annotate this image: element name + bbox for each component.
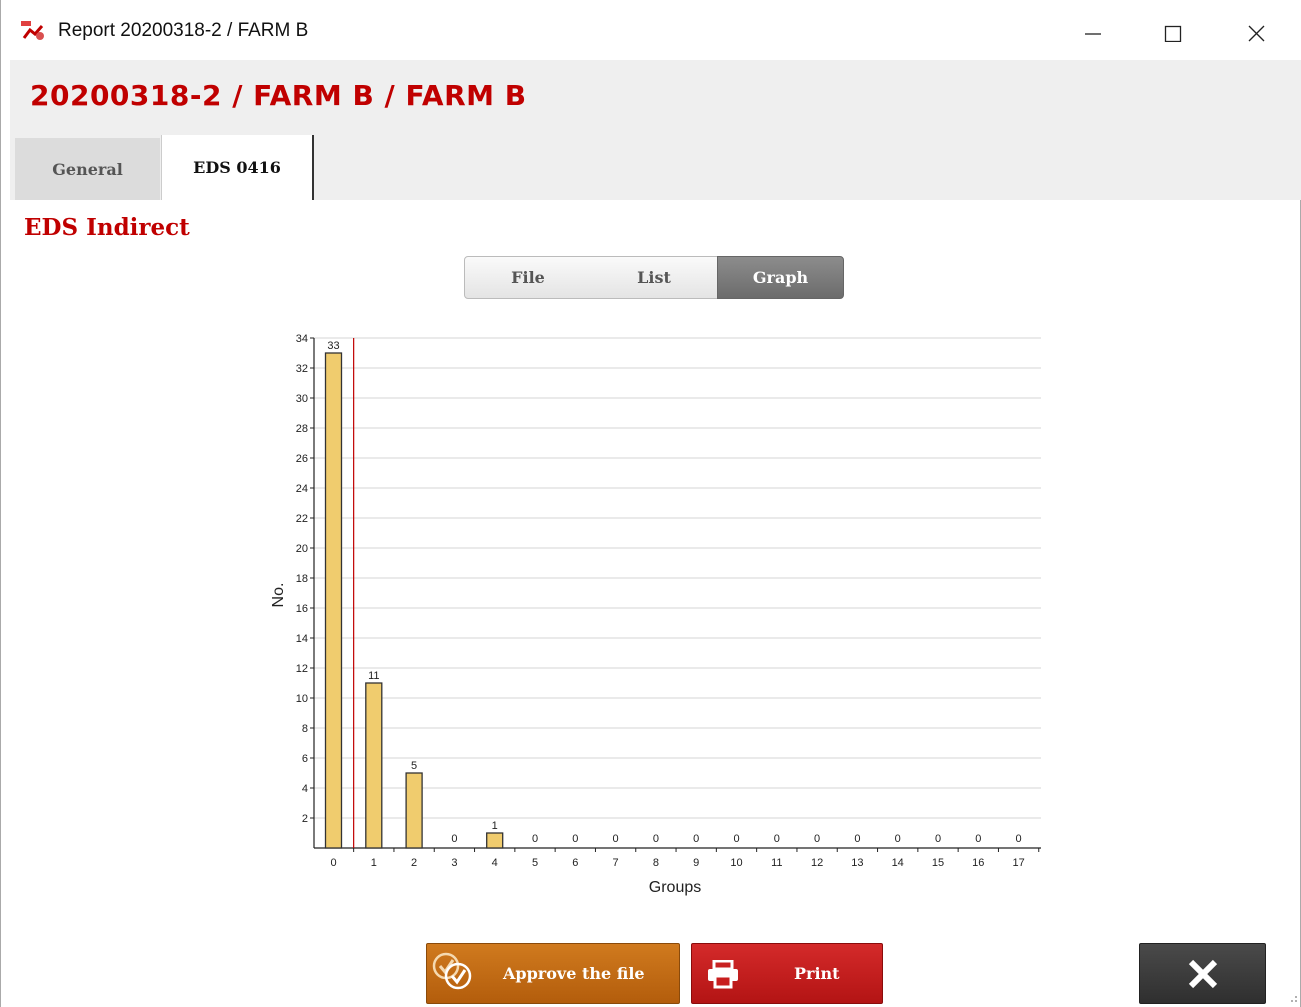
- bar: [486, 832, 504, 849]
- data-label: 0: [653, 833, 659, 845]
- printer-icon: [708, 960, 738, 989]
- tab-general[interactable]: General: [15, 138, 160, 200]
- x-tick-label: 7: [613, 857, 619, 869]
- y-tick-label: 14: [296, 633, 308, 645]
- x-tick-label: 0: [330, 857, 336, 869]
- y-tick-label: 28: [296, 423, 308, 435]
- x-tick-label: 3: [451, 857, 457, 869]
- y-tick-label: 6: [302, 753, 308, 765]
- y-tick-label: 16: [296, 603, 308, 615]
- x-tick-label: 2: [411, 857, 417, 869]
- resize-grip-icon[interactable]: [1285, 990, 1299, 1004]
- data-label: 0: [975, 833, 981, 845]
- y-axis-label: No.: [270, 583, 287, 608]
- y-tick-label: 2: [302, 813, 308, 825]
- maximize-button[interactable]: [1143, 10, 1203, 54]
- approve-check-icon: [432, 952, 472, 990]
- data-label: 0: [572, 833, 578, 845]
- data-label: 0: [733, 833, 739, 845]
- y-tick-label: 34: [296, 333, 308, 345]
- data-label: 0: [1016, 833, 1022, 845]
- view-file-button[interactable]: File: [464, 256, 592, 299]
- y-tick-label: 10: [296, 693, 308, 705]
- y-tick-label: 24: [296, 483, 308, 495]
- data-label: 0: [774, 833, 780, 845]
- data-label: 33: [327, 340, 339, 352]
- x-tick-label: 11: [771, 857, 782, 869]
- bar-chart: 2468101214161820222426283032343301115203…: [270, 333, 1041, 896]
- print-label: Print: [794, 964, 840, 983]
- title-bar[interactable]: Report 20200318-2 / FARM B: [1, 0, 1301, 60]
- approve-file-label: Approve the file: [503, 964, 645, 983]
- view-graph-button[interactable]: Graph: [717, 256, 844, 299]
- y-tick-label: 20: [296, 543, 308, 555]
- y-tick-label: 18: [296, 573, 308, 585]
- x-tick-label: 4: [492, 857, 498, 869]
- bar: [405, 772, 423, 849]
- data-label: 0: [895, 833, 901, 845]
- x-tick-label: 10: [730, 857, 742, 869]
- data-label: 0: [854, 833, 860, 845]
- close-dialog-button[interactable]: [1139, 943, 1266, 1004]
- x-tick-label: 12: [811, 857, 823, 869]
- page-title: 20200318-2 / FARM B / FARM B: [30, 79, 527, 112]
- x-tick-label: 9: [693, 857, 699, 869]
- x-tick-label: 8: [653, 857, 659, 869]
- x-axis-label: Groups: [649, 879, 701, 896]
- data-label: 0: [814, 833, 820, 845]
- close-x-icon: [1188, 959, 1217, 988]
- data-label: 0: [451, 833, 457, 845]
- x-tick-label: 15: [932, 857, 944, 869]
- data-label: 0: [693, 833, 699, 845]
- data-label: 1: [492, 820, 498, 832]
- x-tick-label: 1: [371, 857, 377, 869]
- x-tick-label: 5: [532, 857, 538, 869]
- y-tick-label: 30: [296, 393, 308, 405]
- report-header: 20200318-2 / FARM B / FARM B General EDS…: [10, 60, 1301, 200]
- data-label: 0: [532, 833, 538, 845]
- print-button[interactable]: Print: [691, 943, 883, 1004]
- x-tick-label: 13: [851, 857, 863, 869]
- minimize-icon: [1085, 33, 1101, 35]
- bar: [324, 352, 343, 849]
- x-tick-label: 17: [1012, 857, 1024, 869]
- x-tick-label: 16: [972, 857, 984, 869]
- report-window: Report 20200318-2 / FARM B 20200318-2 / …: [0, 0, 1301, 1007]
- data-label: 11: [368, 670, 379, 682]
- y-tick-label: 8: [302, 723, 308, 735]
- y-tick-label: 32: [296, 363, 308, 375]
- app-icon: [21, 21, 44, 40]
- x-tick-label: 14: [892, 857, 904, 869]
- close-icon: [1248, 25, 1265, 42]
- tab-eds-0416[interactable]: EDS 0416: [161, 135, 314, 200]
- data-label: 0: [613, 833, 619, 845]
- window-title: Report 20200318-2 / FARM B: [58, 20, 309, 41]
- maximize-icon: [1164, 25, 1182, 42]
- section-title: EDS Indirect: [24, 214, 190, 241]
- minimize-button[interactable]: [1063, 10, 1123, 54]
- approve-file-button[interactable]: Approve the file: [426, 943, 680, 1004]
- y-tick-label: 26: [296, 453, 308, 465]
- y-tick-label: 4: [302, 783, 308, 795]
- x-tick-label: 6: [572, 857, 578, 869]
- close-window-button[interactable]: [1226, 10, 1286, 54]
- y-tick-label: 12: [296, 663, 308, 675]
- view-list-button[interactable]: List: [591, 256, 718, 299]
- bar: [365, 682, 383, 849]
- data-label: 0: [935, 833, 941, 845]
- data-label: 5: [411, 760, 417, 772]
- y-tick-label: 22: [296, 513, 308, 525]
